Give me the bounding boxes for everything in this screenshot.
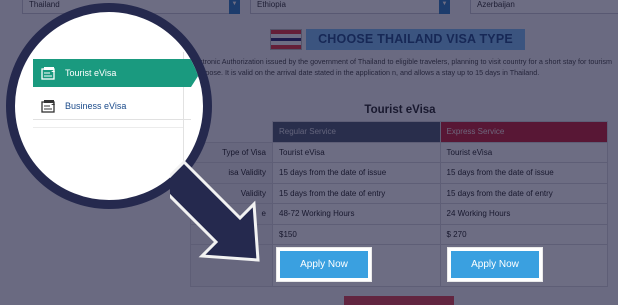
country-select-second[interactable]: Ethiopia ▼ xyxy=(250,0,450,14)
visa-document-icon xyxy=(41,67,55,80)
sidebar-divider xyxy=(33,127,183,128)
express-price-cell: $ 270 xyxy=(439,223,608,245)
country-select-second-value: Ethiopia xyxy=(257,0,286,9)
express-service-header: Express Service xyxy=(439,121,608,143)
table-header-row: Regular Service Express Service xyxy=(190,121,608,143)
regular-cell: Tourist eVisa xyxy=(272,141,441,163)
thailand-flag-icon xyxy=(270,29,302,50)
express-cell: 15 days from the date of issue xyxy=(439,162,608,184)
apply-now-button-regular[interactable]: Apply Now xyxy=(277,248,371,281)
apply-now-button-express[interactable]: Apply Now xyxy=(448,248,542,281)
visa-description: ectronic Authorization issued by the gov… xyxy=(195,57,612,77)
regular-cell: 48-72 Working Hours xyxy=(272,203,441,225)
express-cell: 15 days from the date of entry xyxy=(439,182,608,204)
country-select-third-value: Azerbaijan xyxy=(477,0,515,9)
sidebar-item-label: Business eVisa xyxy=(65,101,127,111)
country-select-first-value: Thailand xyxy=(29,0,60,9)
visa-document-icon xyxy=(41,100,55,113)
regular-price-cell: $150 xyxy=(272,223,441,245)
regular-cell: 15 days from the date of entry xyxy=(272,182,441,204)
chevron-down-icon[interactable]: ▼ xyxy=(229,0,240,14)
sidebar-item-tourist-evisa[interactable]: Tourist eVisa xyxy=(33,59,200,87)
regular-service-header: Regular Service xyxy=(272,121,441,143)
pointer-arrow-icon xyxy=(170,160,260,262)
express-cell: 24 Working Hours xyxy=(439,203,608,225)
page-title: CHOOSE THAILAND VISA TYPE xyxy=(306,29,525,50)
sidebar-item-business-evisa[interactable]: Business eVisa xyxy=(33,92,191,120)
table-title: Tourist eVisa xyxy=(364,104,436,116)
sidebar-item-label: Tourist eVisa xyxy=(65,68,117,78)
country-select-third[interactable]: Azerbaijan xyxy=(470,0,618,14)
express-cell: Tourist eVisa xyxy=(439,141,608,163)
bottom-action-bar xyxy=(344,296,454,305)
regular-cell: 15 days from the date of issue xyxy=(272,162,441,184)
chevron-down-icon[interactable]: ▼ xyxy=(439,0,450,14)
